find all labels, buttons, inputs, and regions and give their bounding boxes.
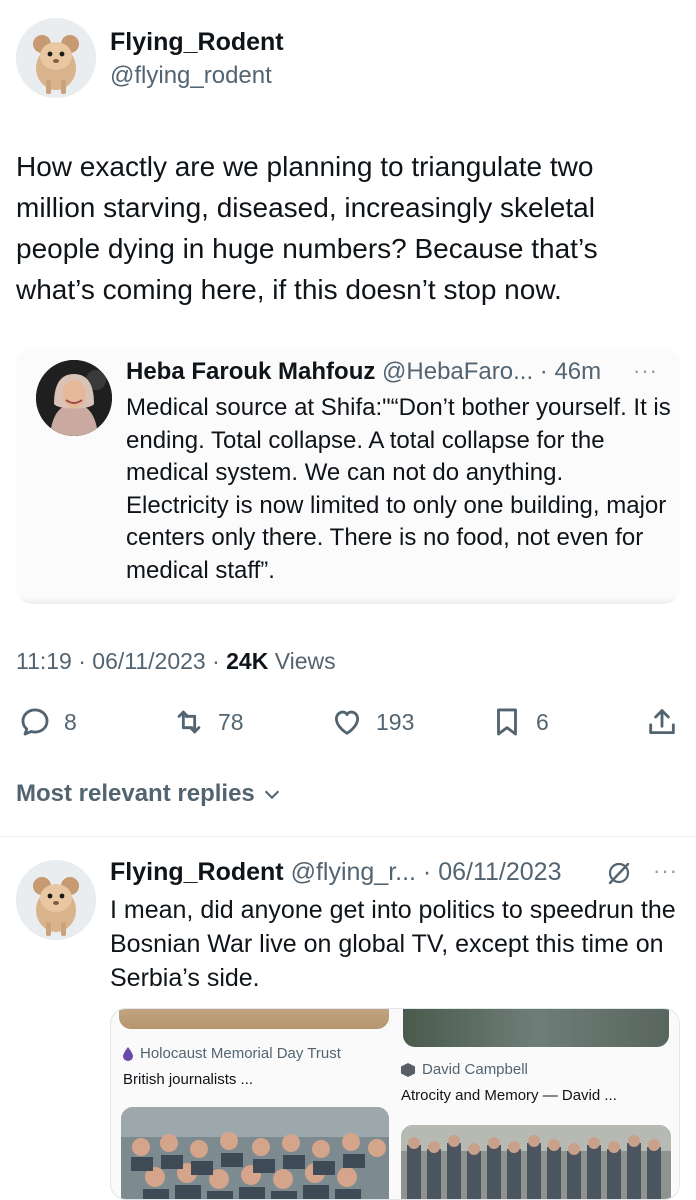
tweet-timestamp[interactable]: 11:19 · 06/11/2023 · bbox=[16, 648, 226, 674]
author-avatar[interactable] bbox=[16, 18, 96, 98]
flame-icon bbox=[123, 1046, 133, 1061]
like-count: 193 bbox=[376, 708, 415, 735]
media-thumbnail-crowd bbox=[401, 1125, 671, 1199]
media-source: Holocaust Memorial Day Trust bbox=[123, 1045, 341, 1062]
cube-icon bbox=[401, 1062, 415, 1077]
quoted-author-name: Heba Farouk Mahfouz bbox=[126, 358, 376, 385]
media-source-name: David Campbell bbox=[422, 1061, 528, 1078]
reply-count: 8 bbox=[64, 708, 77, 735]
bookmark-icon bbox=[497, 708, 517, 736]
media-snippet: British journalists ... bbox=[123, 1071, 254, 1088]
reply-author-name[interactable]: Flying_Rodent bbox=[110, 858, 284, 886]
heart-icon bbox=[334, 710, 360, 735]
reply-media-image[interactable]: Holocaust Memorial Day Trust British jou… bbox=[110, 1008, 680, 1200]
reply-text: I mean, did anyone get into politics to … bbox=[110, 896, 676, 992]
retweet-button[interactable]: 78 bbox=[172, 704, 244, 740]
media-snippet: Atrocity and Memory — David ... bbox=[401, 1087, 617, 1104]
reply-author-avatar[interactable] bbox=[16, 860, 96, 940]
reply-author-meta[interactable]: @flying_r... · 06/11/2023 bbox=[291, 858, 562, 886]
reply-icon bbox=[21, 708, 49, 736]
tweet-text: How exactly are we planning to triangula… bbox=[16, 151, 598, 305]
retweet-icon bbox=[177, 710, 201, 734]
bookmark-count: 6 bbox=[536, 708, 549, 735]
grok-icon[interactable] bbox=[604, 858, 634, 888]
views-label: Views bbox=[268, 648, 336, 674]
media-thumbnail bbox=[119, 1009, 389, 1029]
sort-replies-dropdown[interactable]: Most relevant replies bbox=[16, 780, 283, 808]
author-handle[interactable]: @flying_rodent bbox=[110, 62, 272, 90]
media-thumbnail bbox=[403, 1009, 669, 1047]
quoted-author-avatar bbox=[36, 360, 112, 436]
media-source: David Campbell bbox=[401, 1061, 528, 1078]
media-thumbnail-crowd bbox=[121, 1107, 389, 1199]
chevron-down-icon bbox=[264, 790, 279, 800]
media-source-name: Holocaust Memorial Day Trust bbox=[140, 1045, 341, 1062]
quoted-more-icon: ··· bbox=[633, 358, 658, 383]
share-icon bbox=[649, 709, 675, 735]
retweet-count: 78 bbox=[218, 708, 244, 735]
quoted-tweet-text: Medical source at Shifa:"“Don’t bother y… bbox=[126, 394, 671, 584]
quoted-tweet-header: Heba Farouk Mahfouz @HebaFaro... · 46m bbox=[126, 358, 601, 386]
replies-divider bbox=[0, 836, 696, 837]
reply-header: Flying_Rodent @flying_r... · 06/11/2023 bbox=[110, 858, 561, 887]
sort-replies-label: Most relevant replies bbox=[16, 780, 255, 807]
views-count: 24K bbox=[226, 648, 269, 674]
bookmark-button[interactable]: 6 bbox=[490, 704, 549, 740]
quoted-card-fade bbox=[16, 596, 680, 604]
share-button[interactable] bbox=[645, 704, 679, 740]
reply-button[interactable]: 8 bbox=[18, 704, 77, 740]
tweet-timestamp-views: 11:19 · 06/11/2023 · 24K Views bbox=[16, 648, 336, 675]
quoted-tweet-card[interactable]: Heba Farouk Mahfouz @HebaFaro... · 46m ·… bbox=[16, 348, 680, 604]
quoted-author-meta: @HebaFaro... · 46m bbox=[382, 358, 602, 385]
author-name[interactable]: Flying_Rodent bbox=[110, 28, 284, 57]
reply-more-icon[interactable]: ··· bbox=[653, 858, 678, 884]
like-button[interactable]: 193 bbox=[330, 704, 414, 740]
